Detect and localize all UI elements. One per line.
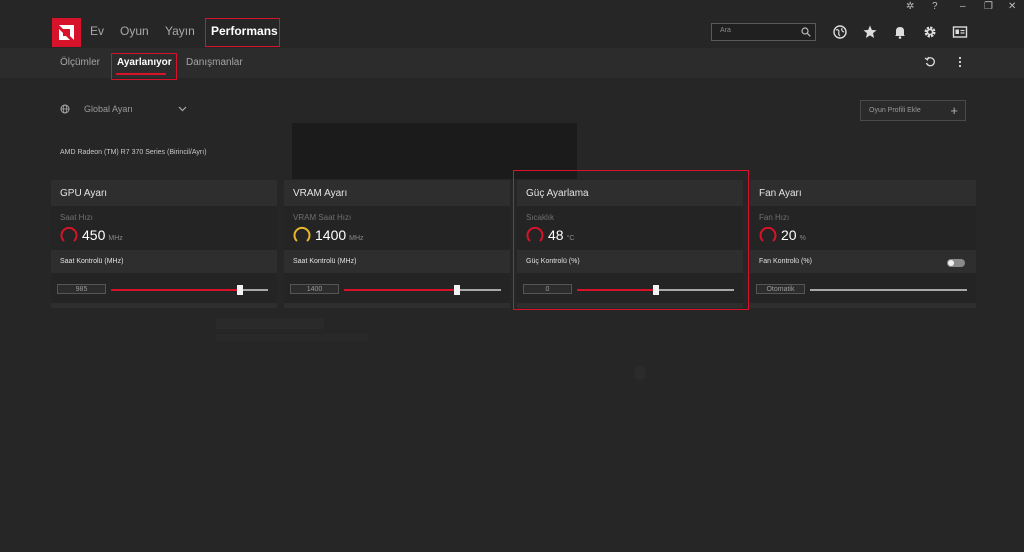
nav-gaming[interactable]: Oyun [120, 24, 149, 38]
control-value: 985 [75, 286, 88, 293]
more-options-icon[interactable] [957, 56, 963, 68]
slider-fill [111, 289, 240, 291]
metric-value: 450 MHz [82, 227, 123, 243]
main-header: Ev Oyun Yayın Performans Ara [0, 14, 1024, 48]
panel-title: GPU Ayarı [60, 188, 108, 199]
bug-icon[interactable]: ✲ [906, 1, 914, 13]
account-icon[interactable] [952, 24, 968, 40]
bell-icon[interactable] [892, 24, 908, 40]
control-value-field[interactable]: 1400 [290, 284, 339, 294]
background-shape [634, 366, 646, 380]
chevron-down-icon [178, 106, 187, 112]
power-panel-highlight-box [513, 170, 749, 310]
gauge-icon [759, 226, 777, 242]
metric-value: 1400 MHz [315, 227, 364, 243]
metric-unit: MHz [108, 235, 123, 242]
close-icon[interactable]: ✕ [1008, 1, 1016, 13]
metric-number: 20 [781, 227, 797, 243]
fan-tuning-panel: Fan Ayarı Fan Hızı 20% Fan Kontrolü (%) … [750, 180, 976, 308]
gauge-icon [293, 226, 311, 242]
title-bar: ✲ ? – ❐ ✕ [0, 0, 1024, 14]
plus-icon: + [950, 103, 958, 118]
control-value-field[interactable]: 985 [57, 284, 106, 294]
reset-icon[interactable] [924, 56, 936, 68]
control-slider[interactable] [344, 285, 501, 295]
control-label: Saat Kontrolü (MHz) [293, 258, 357, 265]
tab-highlight-box [111, 53, 177, 80]
slider-fill [344, 289, 458, 291]
profile-label: Global Ayarı [84, 104, 133, 114]
control-slider[interactable] [111, 285, 268, 295]
restore-icon[interactable]: ❐ [984, 1, 993, 13]
amd-logo[interactable] [52, 18, 81, 47]
metric-box: VRAM Saat Hızı 1400 MHz [284, 206, 510, 250]
fan-control-toggle[interactable] [947, 259, 965, 267]
globe-small-icon [60, 104, 70, 114]
control-slider[interactable] [810, 289, 967, 291]
metric-box: Fan Hızı 20% [750, 206, 976, 250]
metric-unit: % [799, 235, 806, 242]
add-profile-label: Oyun Profili Ekle [869, 107, 921, 114]
control-value-field[interactable]: Otomatik [756, 284, 805, 294]
toggle-knob [948, 260, 954, 266]
tab-advisors[interactable]: Danışmanlar [186, 57, 243, 68]
tab-metrics[interactable]: Ölçümler [60, 57, 100, 68]
control-label: Fan Kontrolü (%) [759, 258, 812, 265]
nav-highlight-box [205, 18, 280, 47]
background-shape [216, 318, 324, 329]
nav-streaming[interactable]: Yayın [165, 24, 195, 38]
control-row: 1400 [284, 273, 510, 303]
metric-label: VRAM Saat Hızı [293, 213, 352, 222]
search-icon[interactable] [801, 27, 811, 37]
gpu-name: AMD Radeon (TM) R7 370 Series (Birincil/… [60, 149, 207, 156]
metric-label: Fan Hızı [759, 213, 790, 222]
add-game-profile-button[interactable]: Oyun Profili Ekle + [860, 100, 966, 121]
panel-title: VRAM Ayarı [293, 188, 348, 199]
metric-label: Saat Hızı [60, 213, 93, 222]
search-input[interactable]: Ara [711, 23, 816, 41]
metric-number: 1400 [315, 227, 347, 243]
gear-icon[interactable] [922, 24, 938, 40]
metric-unit: MHz [349, 235, 364, 242]
panel-title: Fan Ayarı [759, 188, 802, 199]
metric-number: 450 [82, 227, 106, 243]
search-placeholder: Ara [720, 27, 731, 34]
help-icon[interactable]: ? [932, 1, 938, 13]
vram-tuning-panel: VRAM Ayarı VRAM Saat Hızı 1400 MHz Saat K… [284, 180, 510, 308]
metric-value: 20% [781, 227, 806, 243]
nav-home[interactable]: Ev [90, 24, 104, 38]
gauge-icon [60, 226, 78, 242]
control-row: 985 [51, 273, 277, 303]
minimize-icon[interactable]: – [960, 1, 966, 13]
slider-thumb[interactable] [454, 285, 461, 295]
star-icon[interactable] [862, 24, 878, 40]
control-label: Saat Kontrolü (MHz) [60, 258, 124, 265]
globe-icon[interactable] [832, 24, 848, 40]
gpu-tuning-panel: GPU Ayarı Saat Hızı 450 MHz Saat Kontrolü… [51, 180, 277, 308]
control-row: Otomatik [750, 273, 976, 303]
background-shape [216, 334, 368, 341]
metric-box: Saat Hızı 450 MHz [51, 206, 277, 250]
control-value: Otomatik [766, 286, 795, 293]
amd-arrow-icon [59, 25, 74, 40]
control-value: 1400 [306, 286, 323, 293]
slider-thumb[interactable] [236, 285, 243, 295]
